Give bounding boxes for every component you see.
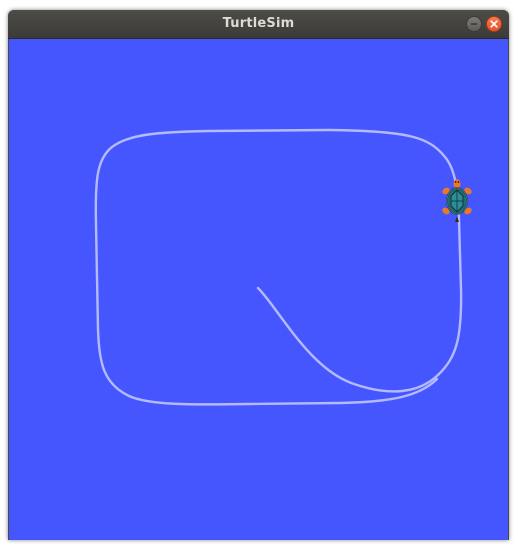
close-icon	[490, 20, 498, 28]
turtlesim-window: TurtleSim	[8, 10, 509, 540]
title-bar[interactable]: TurtleSim	[8, 10, 509, 39]
minimize-icon	[471, 23, 477, 25]
minimize-button[interactable]	[466, 16, 482, 32]
trail-layer	[94, 128, 463, 406]
close-button[interactable]	[486, 16, 502, 32]
turtle-canvas	[9, 39, 508, 540]
window-title: TurtleSim	[222, 16, 295, 31]
turtle-trail	[94, 128, 463, 406]
turtle-icon	[442, 179, 472, 222]
